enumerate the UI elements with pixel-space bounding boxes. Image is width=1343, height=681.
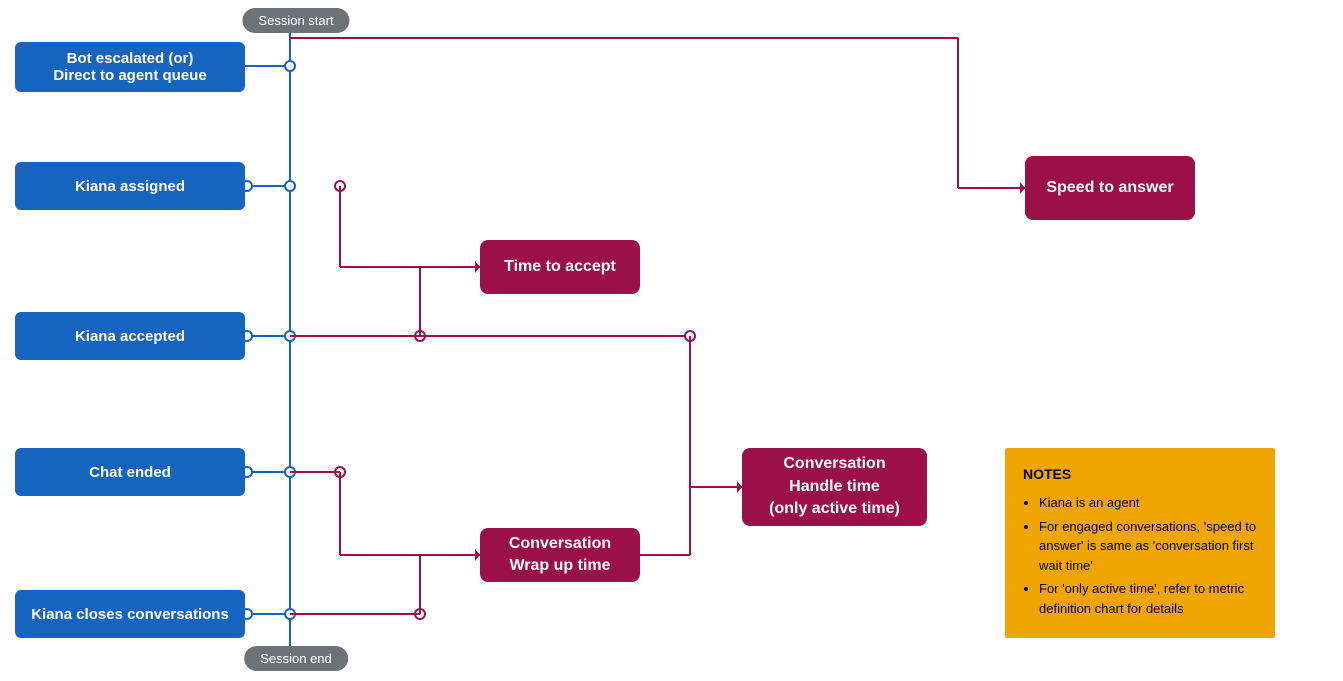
notes-box: NOTES Kiana is an agent For engaged conv… [1005,448,1275,638]
conversation-handle-time-box: Conversation Handle time (only active ti… [742,448,927,526]
speed-to-answer-box: Speed to answer [1025,156,1195,220]
notes-list: Kiana is an agent For engaged conversati… [1023,493,1257,618]
kiana-accepted-box: Kiana accepted [15,312,245,360]
time-to-accept-box: Time to accept [480,240,640,294]
diagram-container: Session start Session end Bot escalated … [0,0,1343,681]
notes-item-3: For 'only active time', refer to metric … [1039,579,1257,618]
session-start-pill: Session start [242,8,349,33]
notes-title: NOTES [1023,464,1257,485]
kiana-assigned-box: Kiana assigned [15,162,245,210]
session-end-pill: Session end [244,646,348,671]
kiana-closes-box: Kiana closes conversations [15,590,245,638]
notes-item-2: For engaged conversations, 'speed to ans… [1039,517,1257,576]
conversation-wrap-up-box: Conversation Wrap up time [480,528,640,582]
bot-escalated-box: Bot escalated (or) Direct to agent queue [15,42,245,92]
chat-ended-box: Chat ended [15,448,245,496]
notes-item-1: Kiana is an agent [1039,493,1257,513]
